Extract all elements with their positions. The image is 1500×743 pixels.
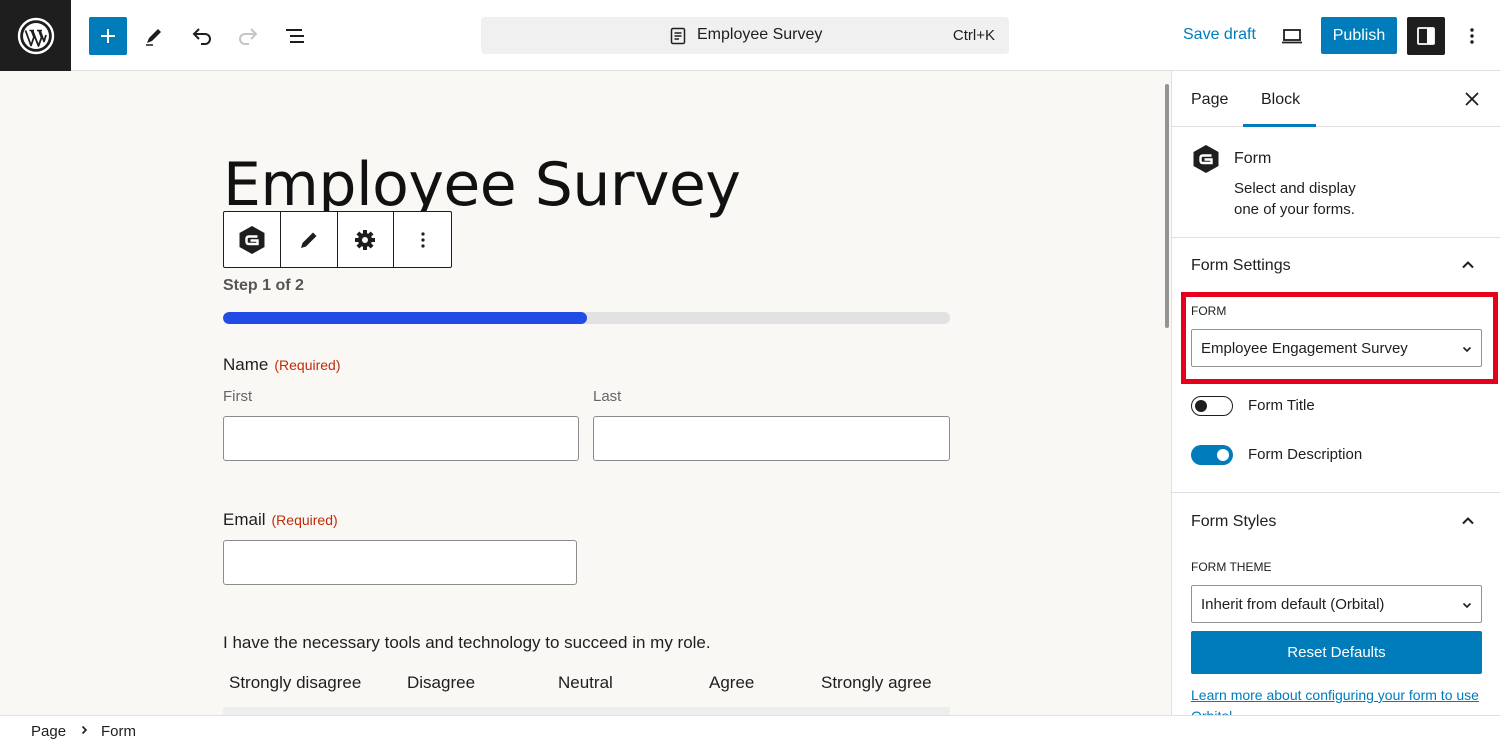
chevron-up-icon <box>1462 261 1474 269</box>
sidebar-tabs: Page Block <box>1172 71 1500 127</box>
close-icon[interactable] <box>1462 89 1482 109</box>
toggle-knob <box>1195 400 1207 412</box>
toggle-label: Form Description <box>1248 446 1363 463</box>
email-field-label: Email (Required) <box>223 510 338 530</box>
email-input[interactable] <box>223 540 577 585</box>
block-description: Select and display one of your forms. <box>1234 180 1356 218</box>
tab-page[interactable]: Page <box>1191 91 1228 109</box>
email-label-text: Email <box>223 510 266 529</box>
tools-button[interactable] <box>135 17 173 55</box>
likert-question: I have the necessary tools and technolog… <box>223 633 711 652</box>
redo-button[interactable] <box>229 17 267 55</box>
chevron-down-icon <box>1462 346 1472 353</box>
form-styles-panel-toggle[interactable]: Form Styles <box>1172 494 1500 550</box>
block-card: Form Select and display one of your form… <box>1172 128 1500 238</box>
undo-icon <box>192 28 211 45</box>
plus-icon <box>101 29 115 43</box>
form-description-toggle[interactable] <box>1191 445 1233 465</box>
last-name-input[interactable] <box>593 416 950 461</box>
document-title: Employee Survey <box>697 26 823 43</box>
edit-form-button[interactable] <box>281 212 338 267</box>
form-title-toggle[interactable] <box>1191 396 1233 416</box>
sidebar-icon <box>1417 27 1435 45</box>
wordpress-icon <box>17 17 54 54</box>
settings-toggle-button[interactable] <box>1407 17 1445 55</box>
pencil-icon <box>300 232 317 248</box>
last-name-sublabel: Last <box>593 388 622 405</box>
undo-button[interactable] <box>183 17 221 55</box>
panel-divider <box>1172 492 1500 493</box>
required-indicator: (Required) <box>271 512 338 528</box>
gear-icon <box>355 229 376 250</box>
required-indicator: (Required) <box>274 357 341 373</box>
options-button[interactable] <box>1453 17 1491 55</box>
block-name: Form <box>1234 150 1272 167</box>
name-label-text: Name <box>223 355 269 374</box>
gravity-forms-icon <box>239 225 265 254</box>
toggle-label: Form Title <box>1248 397 1315 414</box>
first-name-input[interactable] <box>223 416 579 461</box>
breadcrumb-item-page[interactable]: Page <box>31 723 66 740</box>
more-vertical-icon <box>421 231 425 248</box>
form-description-toggle-row: Form Description <box>1191 443 1481 467</box>
panel-title: Form Styles <box>1191 513 1277 530</box>
panel-title: Form Settings <box>1191 257 1291 274</box>
likert-option-label: Strongly agree <box>821 673 932 692</box>
form-theme-label: FORM THEME <box>1191 560 1272 574</box>
toggle-knob <box>1217 449 1229 461</box>
active-tab-indicator <box>1243 124 1316 127</box>
first-name-sublabel: First <box>223 388 253 405</box>
page-icon <box>668 26 688 51</box>
breadcrumb-item-form[interactable]: Form <box>101 723 136 740</box>
block-breadcrumb: Page Form <box>0 715 1500 743</box>
progress-bar <box>223 312 950 324</box>
likert-option-label: Neutral <box>558 673 613 692</box>
form-theme-value: Inherit from default (Orbital) <box>1201 596 1385 613</box>
add-block-button[interactable] <box>89 17 127 55</box>
learn-more-link[interactable]: Learn more about configuring your form t… <box>1191 685 1481 715</box>
preview-button[interactable] <box>1273 17 1311 55</box>
desktop-icon <box>1282 29 1302 44</box>
block-toolbar <box>223 211 452 268</box>
publish-button[interactable]: Publish <box>1321 17 1397 54</box>
likert-option-label: Agree <box>709 673 755 692</box>
document-overview-button[interactable] <box>276 17 314 55</box>
wordpress-logo-button[interactable] <box>0 0 71 71</box>
name-field-label: Name (Required) <box>223 355 341 375</box>
form-settings-panel-toggle[interactable]: Form Settings <box>1172 238 1500 294</box>
redo-icon <box>239 28 258 45</box>
form-select[interactable]: Employee Engagement Survey <box>1191 329 1482 367</box>
tab-block[interactable]: Block <box>1261 91 1300 109</box>
chevron-right-icon <box>81 725 88 735</box>
more-vertical-icon <box>1470 28 1474 44</box>
chevron-down-icon <box>1462 602 1472 609</box>
save-draft-button[interactable]: Save draft <box>1183 26 1256 44</box>
editor-canvas[interactable]: Employee Survey Step 1 of 2 Name (Require… <box>0 71 1171 715</box>
chevron-up-icon <box>1462 517 1474 525</box>
form-select-label: FORM <box>1191 304 1227 318</box>
form-title-toggle-row: Form Title <box>1191 394 1481 418</box>
form-theme-select[interactable]: Inherit from default (Orbital) <box>1191 585 1482 623</box>
settings-sidebar: Page Block Form Select and display one o… <box>1171 71 1500 715</box>
pencil-icon <box>146 29 161 46</box>
canvas-scrollbar[interactable] <box>1165 84 1169 328</box>
document-title-bar[interactable]: Employee Survey Ctrl+K <box>481 17 1009 54</box>
likert-header: Strongly disagree Disagree Neutral Agree… <box>223 673 950 703</box>
command-shortcut: Ctrl+K <box>952 27 995 44</box>
likert-option-label: Disagree <box>407 673 476 692</box>
editor-header: Employee Survey Ctrl+K Save draft Publis… <box>0 0 1500 71</box>
progress-bar-fill <box>223 312 587 324</box>
reset-defaults-button[interactable]: Reset Defaults <box>1191 631 1482 674</box>
step-indicator: Step 1 of 2 <box>223 277 304 294</box>
form-select-value: Employee Engagement Survey <box>1201 340 1408 357</box>
form-settings-button[interactable] <box>338 212 395 267</box>
form-block-switcher-button[interactable] <box>224 212 281 267</box>
likert-option-label: Strongly disagree <box>229 673 362 692</box>
gravity-forms-icon <box>1193 145 1219 173</box>
block-options-button[interactable] <box>394 212 451 267</box>
likert-choice-row[interactable] <box>223 707 950 715</box>
list-view-icon <box>286 29 304 43</box>
